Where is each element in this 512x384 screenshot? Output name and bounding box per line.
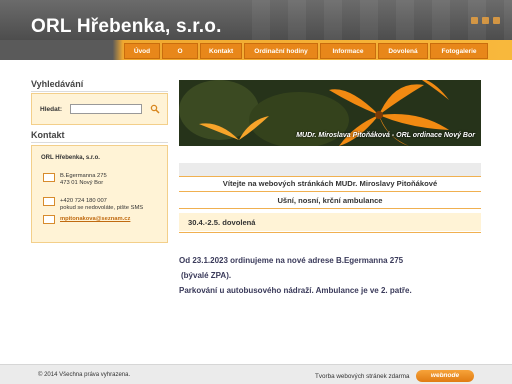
header-banner-image: MUDr. Miroslava Pitoňáková - ORL ordinac… (179, 80, 481, 146)
address-icon (43, 173, 55, 182)
search-input[interactable] (70, 104, 142, 114)
address-note: (bývalé ZPA). (181, 271, 232, 280)
divider-line (179, 208, 481, 209)
main-nav: Úvod O nás Kontakt Ordinační hodiny Info… (124, 43, 488, 71)
search-title: Vyhledávání (31, 79, 84, 89)
nav-item-fotogalerie[interactable]: Fotogalerie (430, 43, 488, 59)
contact-box: ORL Hřebenka, s.r.o. B.Egermanna 275 473… (31, 145, 168, 243)
nav-item-ordinacni-hodiny[interactable]: Ordinační hodiny (244, 43, 318, 59)
nav-item-dovolena[interactable]: Dovolená (378, 43, 428, 59)
dovolena-text: 30.4.-2.5. dovolená (188, 218, 256, 227)
grey-strip (179, 163, 481, 176)
nav-item-kontakt[interactable]: Kontakt (200, 43, 242, 59)
contact-title: Kontakt (31, 130, 65, 140)
email-icon (43, 215, 55, 224)
address-paragraph: Od 23.1.2023 ordinujeme na nové adrese B… (179, 256, 404, 265)
phone-icon (43, 197, 55, 206)
contact-company: ORL Hřebenka, s.r.o. (41, 155, 100, 161)
copyright: © 2014 Všechna práva vyhrazena. (38, 372, 131, 378)
nav-item-o-nas[interactable]: O nás (162, 43, 198, 71)
parking-paragraph: Parkování u autobusového nádraží. Ambula… (179, 286, 412, 295)
search-label: Hledat: (40, 106, 63, 113)
welcome-heading: Vítejte na webových stránkách MUDr. Miro… (222, 179, 438, 188)
footer: © 2014 Všechna práva vyhrazena. Tvorba w… (0, 364, 512, 384)
divider-line (179, 191, 481, 192)
site-title[interactable]: ORL Hřebenka, s.r.o. (31, 16, 222, 38)
top-icons (471, 17, 500, 24)
contact-divider (31, 142, 168, 143)
powered-by-link[interactable]: Tvorba webových stránek zdarma (315, 373, 410, 380)
contact-phone-note: pokud se nedovoláte, pište SMS (60, 205, 144, 211)
search-divider (31, 91, 168, 92)
nav-item-uvod[interactable]: Úvod (124, 43, 160, 59)
divider-line (179, 176, 481, 177)
print-icon[interactable] (493, 17, 500, 24)
sitemap-icon[interactable] (482, 17, 489, 24)
divider-line (179, 232, 481, 233)
banner-caption: MUDr. Miroslava Pitoňáková - ORL ordinac… (296, 132, 475, 139)
subtitle-heading: Ušní, nosní, krční ambulance (277, 196, 383, 205)
dovolena-notice: 30.4.-2.5. dovolená (179, 213, 481, 231)
contact-email-link[interactable]: mpitonakova@seznam.cz (60, 215, 130, 223)
webnode-logo[interactable]: webnode (416, 370, 474, 382)
home-icon[interactable] (471, 17, 478, 24)
search-icon[interactable] (150, 104, 160, 114)
contact-address-line2: 473 01 Nový Bor (60, 180, 104, 186)
nav-item-informace[interactable]: Informace (320, 43, 376, 59)
search-box: Hledat: (31, 93, 168, 125)
